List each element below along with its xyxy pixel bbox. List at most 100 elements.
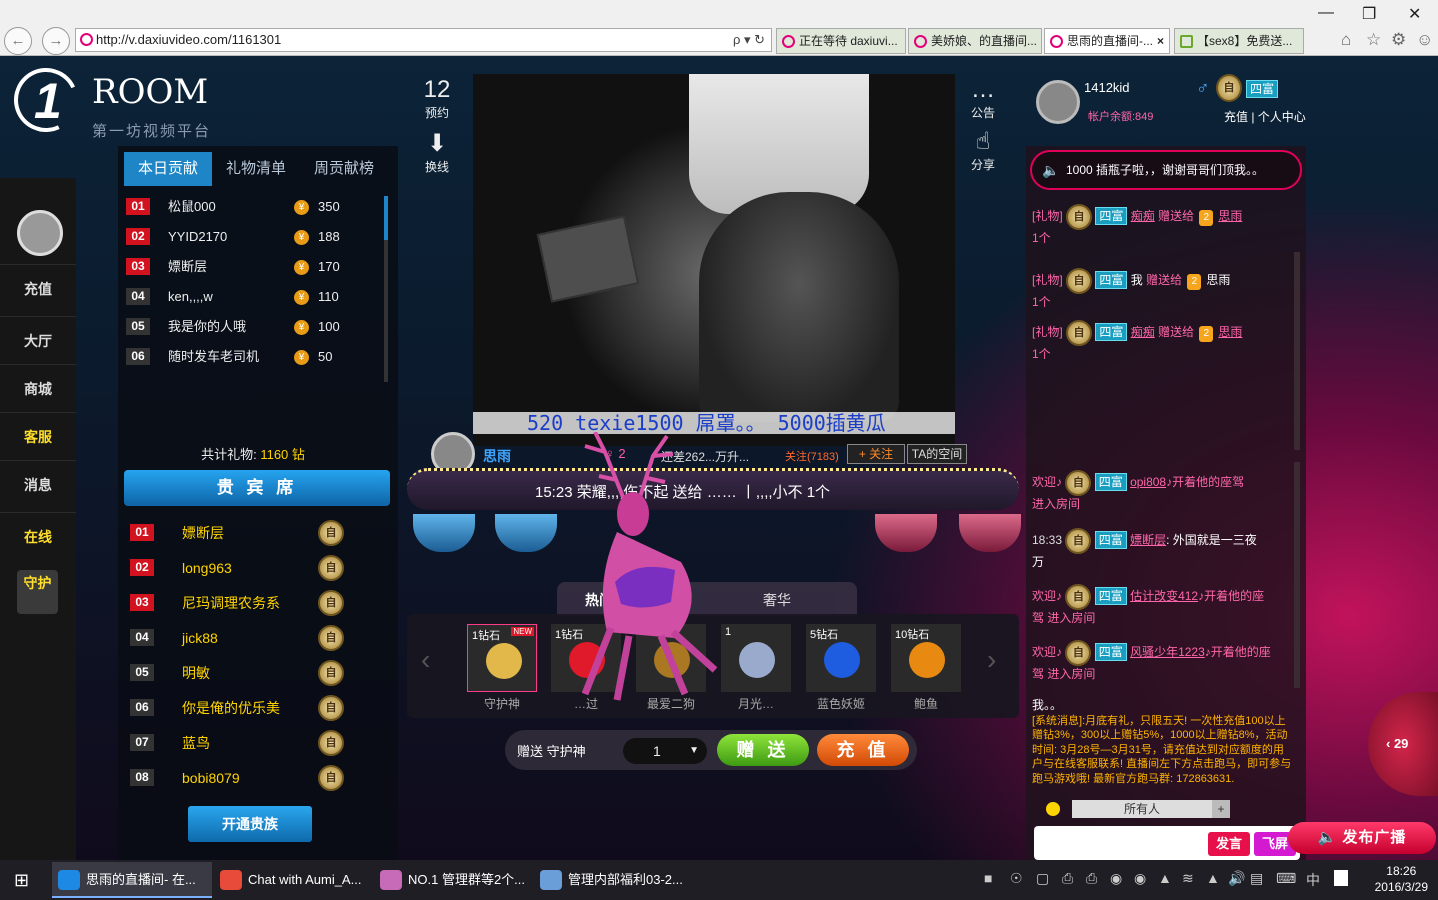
battery-icon[interactable]: ▢ (1036, 870, 1049, 887)
recipient-select[interactable]: 所有人 (1072, 800, 1212, 818)
sidebar-item-mall[interactable]: 商城 (0, 364, 76, 412)
account-links[interactable]: 充值 | 个人中心 (1224, 108, 1306, 125)
emoji-icon[interactable] (1046, 802, 1060, 816)
sidebar-item-online[interactable]: 在线 (0, 512, 76, 560)
seat-slot[interactable] (959, 514, 1021, 552)
restore-button[interactable]: ❐ (1362, 4, 1376, 24)
gift-item[interactable]: 1钻石 …过 (551, 624, 621, 711)
contrib-row[interactable]: 04 ken,,,,w ¥110 (126, 284, 388, 310)
contrib-row[interactable]: 01 松鼠000 ¥350 (126, 194, 388, 220)
seat-slot[interactable] (413, 514, 475, 552)
smiley-feedback-icon[interactable]: ☺ (1416, 30, 1433, 50)
notice-button[interactable]: … 公告 (963, 76, 1003, 121)
ime-indicator[interactable]: 中 (1306, 870, 1320, 890)
msg-user[interactable]: 痴痴 (1131, 209, 1155, 223)
send-message-button[interactable]: 发言 (1208, 832, 1250, 856)
sidebar-item-lobby[interactable]: 大厅 (0, 316, 76, 364)
vip-row[interactable]: 04 jick88 自 (130, 621, 386, 655)
seat-slot[interactable] (495, 514, 557, 552)
usb-icon[interactable]: ⎙ (1062, 870, 1073, 887)
vip-row[interactable]: 05 明敏 自 (130, 656, 386, 690)
msg-user[interactable]: opi808 (1130, 475, 1166, 489)
vip-row[interactable]: 06 你是俺的优乐美 自 (130, 691, 386, 725)
chevron-right-icon[interactable]: › (987, 644, 996, 676)
taskbar-item-notepad[interactable]: 管理内部福利03-2... (534, 862, 694, 898)
video-player[interactable] (473, 74, 955, 446)
tab-luxury-gifts[interactable]: 奢华 (763, 590, 791, 610)
address-bar[interactable]: http://v.daxiuvideo.com/1161301 ρ ▾ ↻ (75, 28, 772, 52)
sidebar-item-messages[interactable]: 消息 (0, 460, 76, 508)
search-refresh-controls[interactable]: ρ ▾ ↻ (733, 29, 765, 51)
msg-target[interactable]: 思雨 (1218, 325, 1242, 339)
system-clock[interactable]: 18:26 2016/3/29 (1375, 863, 1428, 895)
minimize-button[interactable]: — (1318, 4, 1334, 22)
msg-user[interactable]: 嫖断层 (1130, 533, 1166, 547)
nvidia-icon[interactable]: ▲ (1206, 870, 1220, 886)
tray-app-icon[interactable]: ◉ (1110, 870, 1122, 887)
add-recipient-button[interactable]: + (1212, 800, 1230, 818)
contrib-row[interactable]: 02 YYID2170 ¥188 (126, 224, 388, 250)
follow-button[interactable]: + 关注 (847, 444, 905, 464)
msg-user[interactable]: 估计改变412 (1130, 589, 1198, 603)
start-button[interactable]: ⊞ (0, 862, 46, 898)
gift-item[interactable]: 最爱二狗 (636, 624, 706, 711)
tab-hot-gifts[interactable]: 热门 (585, 590, 613, 610)
msg-user[interactable]: 痴痴 (1131, 325, 1155, 339)
reserve-button[interactable]: 12 预约 (417, 76, 457, 121)
close-window-button[interactable]: ✕ (1408, 4, 1421, 24)
vip-row[interactable]: 03 尼玛调理农务系 自 (130, 586, 386, 620)
vip-row[interactable]: 02 long963 自 (130, 551, 386, 585)
online-count-bubble[interactable]: ‹ 29 (1368, 692, 1438, 796)
keyboard-icon[interactable]: ⌨ (1276, 870, 1296, 887)
back-button[interactable]: ← (4, 27, 32, 55)
tab-weekly-rank[interactable]: 周贡献榜 (300, 152, 388, 186)
taskbar-item-ie[interactable]: 思雨的直播间- 在... (52, 862, 212, 898)
share-button[interactable]: ☝ 分享 (963, 128, 1003, 173)
sidebar-item-service[interactable]: 客服 (0, 412, 76, 460)
taskbar-item-chrome[interactable]: Chat with Aumi_A... (214, 862, 372, 898)
gift-feed-scrollbar[interactable] (1294, 252, 1300, 450)
shield-icon[interactable]: ☉ (1010, 870, 1023, 887)
scroll-thumb[interactable] (384, 196, 388, 240)
contrib-row[interactable]: 06 随时发车老司机 ¥50 (126, 344, 388, 370)
tab-siyu-active[interactable]: 思雨的直播间-... × (1044, 28, 1170, 54)
site-logo[interactable]: 1 ROOM 第一坊视频平台 (4, 58, 224, 142)
tray-app-icon[interactable]: ◉ (1134, 870, 1146, 887)
user-avatar[interactable] (17, 210, 63, 256)
tab-gift-list[interactable]: 礼物清单 (212, 152, 300, 186)
tab-waiting[interactable]: 正在等待 daxiuvi... (776, 28, 906, 54)
broadcast-button[interactable]: 🔈 发布广播 (1288, 822, 1436, 854)
forward-button[interactable]: → (42, 27, 70, 55)
tab-today-contrib[interactable]: 本日贡献 (124, 152, 212, 186)
gift-item[interactable]: 1钻石 NEW 守护神 (467, 624, 537, 711)
quantity-select[interactable]: 1 ▼ (623, 738, 707, 764)
tab-sex8[interactable]: 【sex8】免费送... (1174, 28, 1304, 54)
tray-app-icon[interactable]: ■ (984, 870, 992, 886)
network-icon[interactable]: ≋ (1182, 870, 1194, 887)
sidebar-item-recharge[interactable]: 充值 (0, 264, 76, 312)
host-space-button[interactable]: TA的空间 (907, 444, 967, 464)
settings-gear-icon[interactable]: ⚙ (1391, 30, 1406, 50)
chat-input[interactable]: 发言 飞屏 (1034, 826, 1300, 860)
tray-m-icon[interactable] (1334, 870, 1348, 886)
switch-line-button[interactable]: ⬇ 换线 (417, 130, 457, 175)
msg-target[interactable]: 思雨 (1218, 209, 1242, 223)
message-icon[interactable]: ▤ (1250, 870, 1263, 887)
vip-row[interactable]: 08 bobi8079 自 (130, 761, 386, 795)
room-feed-scrollbar[interactable] (1294, 462, 1300, 688)
tab-close-icon[interactable]: × (1157, 29, 1164, 53)
msg-user[interactable]: 风骚少年1223 (1130, 645, 1205, 659)
taskbar-item-qq-group[interactable]: NO.1 管理群等2个... (374, 862, 532, 898)
send-gift-button[interactable]: 赠 送 (717, 734, 809, 766)
gift-item[interactable]: 10钻石 鲍鱼 (891, 624, 961, 711)
gift-item[interactable]: 5钻石 蓝色妖姬 (806, 624, 876, 711)
contrib-scrollbar[interactable] (384, 196, 388, 382)
volume-icon[interactable]: 🔊 (1228, 870, 1245, 887)
vip-row[interactable]: 07 蓝鸟 自 (130, 726, 386, 760)
vip-row[interactable]: 01 嫖断层 自 (130, 516, 386, 550)
printer-icon[interactable]: ⎙ (1086, 870, 1097, 887)
sidebar-item-guard[interactable]: 守护 (17, 570, 58, 614)
host-name[interactable]: 思雨 (483, 446, 511, 466)
my-avatar[interactable] (1036, 80, 1080, 124)
recharge-button[interactable]: 充 值 (817, 734, 909, 766)
